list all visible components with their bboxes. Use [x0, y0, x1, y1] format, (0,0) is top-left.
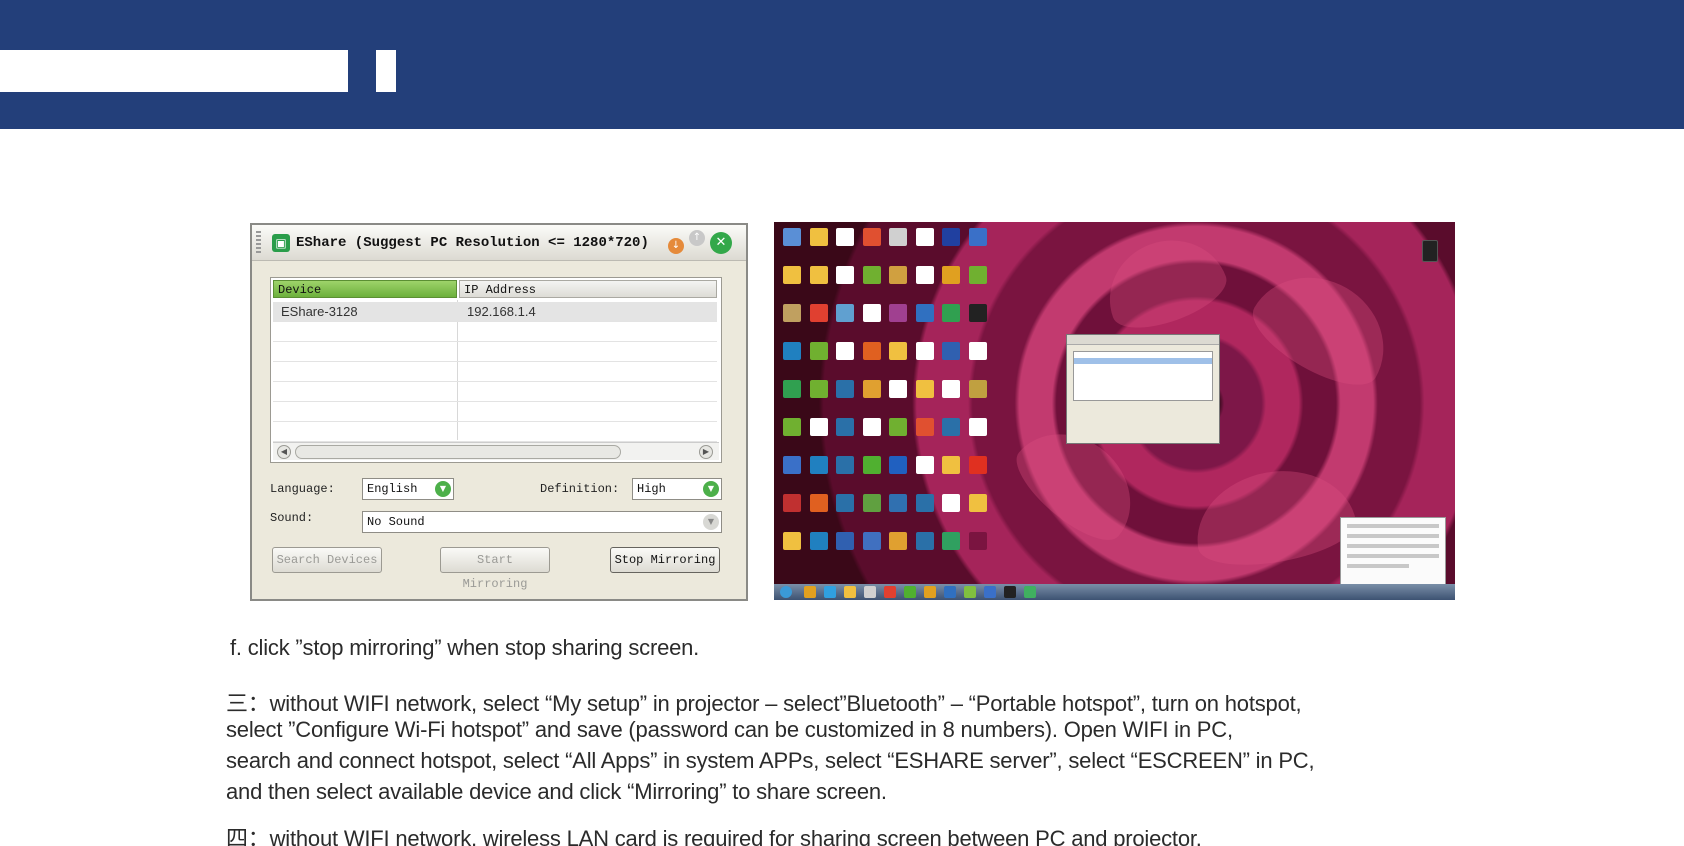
table-row [273, 362, 717, 382]
search-devices-button[interactable]: Search Devices [272, 547, 382, 573]
sound-select[interactable]: No Sound ▼ [362, 511, 722, 533]
section3-line4: and then select available device and cli… [226, 779, 887, 804]
title-bar[interactable]: ▣ EShare (Suggest PC Resolution <= 1280*… [252, 225, 746, 261]
header-title-marker [376, 50, 396, 92]
notification-popup [1340, 517, 1446, 587]
column-header-ip[interactable]: IP Address [459, 280, 717, 298]
dropdown-arrow-icon[interactable]: ▼ [703, 481, 719, 497]
desktop-screenshot [774, 222, 1455, 600]
section3-line3: search and connect hotspot, select “All … [226, 748, 1315, 773]
close-icon[interactable]: ✕ [710, 232, 732, 254]
definition-label: Definition: [540, 482, 620, 496]
language-select[interactable]: English ▼ [362, 478, 454, 500]
scroll-right-icon[interactable]: ▶ [699, 445, 713, 459]
upload-icon[interactable]: ↑ [689, 230, 705, 246]
device-name: EShare-3128 [281, 304, 358, 319]
section4-line1: 四：without WIFI network, wireless LAN car… [226, 826, 1202, 846]
dropdown-arrow-icon[interactable]: ▼ [435, 481, 451, 497]
definition-value: High [637, 482, 666, 496]
language-label: Language: [270, 482, 335, 496]
scroll-left-icon[interactable]: ◀ [277, 445, 291, 459]
desktop-icon-grid [780, 226, 990, 566]
stop-mirroring-button[interactable]: Stop Mirroring [610, 547, 720, 573]
table-row [273, 382, 717, 402]
section3-line1: 三：without WIFI network, select “My setup… [226, 691, 1302, 716]
horizontal-scrollbar[interactable]: ◀ ▶ [273, 442, 719, 460]
column-header-device[interactable]: Device [273, 280, 457, 298]
sound-label: Sound: [270, 511, 314, 525]
window-title: EShare (Suggest PC Resolution <= 1280*72… [296, 235, 649, 251]
eshare-app-icon: ▣ [272, 234, 290, 252]
table-row [273, 322, 717, 342]
start-mirroring-button[interactable]: Start Mirroring [440, 547, 550, 591]
phone-icon [1422, 240, 1438, 262]
eshare-window: ▣ EShare (Suggest PC Resolution <= 1280*… [250, 223, 748, 601]
definition-select[interactable]: High ▼ [632, 478, 722, 500]
sound-value: No Sound [367, 515, 425, 529]
table-row [273, 342, 717, 362]
language-value: English [367, 482, 418, 496]
table-row[interactable]: EShare-3128 192.168.1.4 [273, 302, 717, 322]
device-ip: 192.168.1.4 [467, 304, 536, 319]
mini-eshare-window [1066, 334, 1220, 444]
section3-line2: select ”Configure Wi-Fi hotspot” and sav… [226, 717, 1233, 742]
scroll-thumb[interactable] [295, 445, 621, 459]
header-title-bar [0, 50, 348, 92]
table-row [273, 402, 717, 422]
drag-grip-icon[interactable] [256, 231, 261, 255]
dropdown-arrow-icon[interactable]: ▼ [703, 514, 719, 530]
step-f-text: f. click ”stop mirroring” when stop shar… [230, 635, 700, 660]
table-row [273, 422, 717, 442]
taskbar [774, 584, 1455, 600]
device-list: Device IP Address EShare-3128 192.168.1.… [270, 277, 722, 463]
download-icon[interactable]: ↓ [668, 238, 684, 254]
